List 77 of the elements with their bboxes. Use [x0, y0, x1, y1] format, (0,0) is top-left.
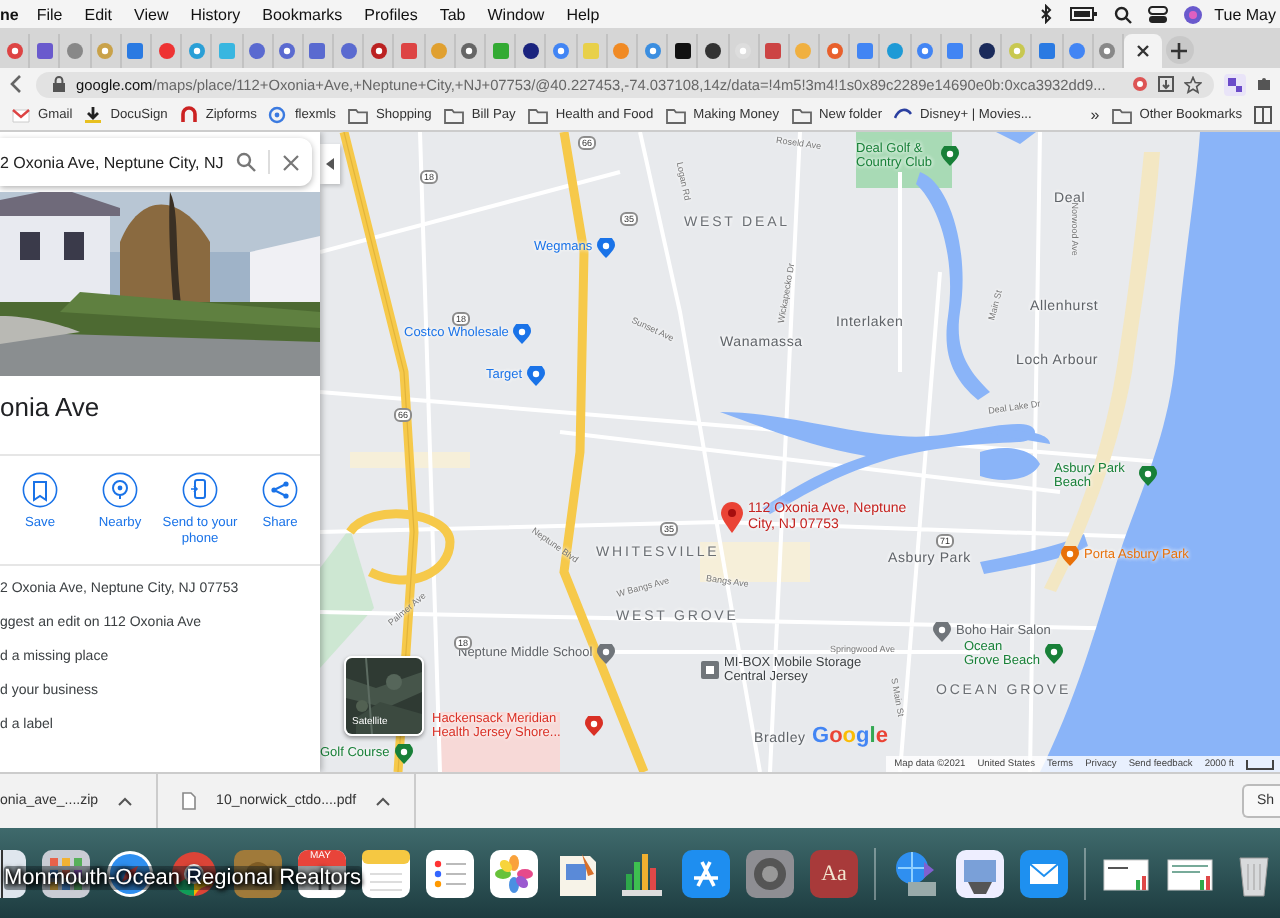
flower-icon[interactable] — [490, 849, 538, 897]
menu-item[interactable]: Profiles — [364, 5, 418, 23]
install-icon[interactable] — [1158, 76, 1174, 92]
star-icon[interactable] — [1184, 75, 1202, 93]
caret-icon — [325, 158, 335, 170]
bluetooth-icon[interactable] — [1038, 4, 1055, 24]
map-pin-icon[interactable] — [1044, 644, 1064, 665]
map-pin-icon[interactable] — [584, 716, 604, 737]
folder-icon — [527, 107, 548, 123]
back-icon[interactable] — [6, 74, 26, 94]
map-pin-icon[interactable] — [1060, 546, 1080, 566]
battery-icon[interactable] — [1070, 6, 1099, 22]
siri-icon[interactable] — [1184, 5, 1203, 23]
phone-icon — [182, 472, 218, 508]
folder-icon — [1111, 107, 1132, 123]
folder-icon — [665, 107, 686, 123]
menu-item[interactable]: History — [190, 5, 241, 23]
map-pin-icon[interactable] — [393, 744, 414, 764]
map-pin-icon[interactable] — [512, 324, 533, 344]
list-icon[interactable] — [426, 849, 474, 897]
map-pin-icon[interactable] — [596, 238, 617, 258]
menu-item[interactable]: Edit — [84, 5, 113, 23]
puzzle-icon[interactable] — [1256, 74, 1272, 94]
swoosh-icon — [894, 106, 913, 124]
preview-icon[interactable] — [956, 849, 1004, 897]
envelope-icon[interactable] — [1020, 849, 1068, 897]
menu-item[interactable]: Tab — [439, 5, 466, 23]
bookmark-icon — [22, 472, 58, 508]
folder-icon — [443, 107, 464, 123]
map-pin-icon[interactable] — [1138, 466, 1158, 487]
chevron-icon[interactable] — [376, 796, 391, 806]
menu-item[interactable]: View — [134, 5, 169, 23]
file-icon — [182, 792, 197, 810]
plus-icon[interactable] — [1170, 41, 1189, 59]
map-drawing[interactable] — [320, 132, 1280, 772]
reading-list-icon[interactable] — [1254, 106, 1272, 124]
arch-icon — [179, 106, 198, 124]
chevron-icon[interactable] — [118, 796, 133, 806]
menu-item[interactable]: File — [36, 5, 63, 23]
download-icon — [84, 106, 103, 124]
notes-icon[interactable] — [362, 849, 410, 897]
lock-icon — [52, 76, 66, 92]
close-icon[interactable] — [1135, 43, 1150, 57]
document-icon[interactable] — [554, 849, 602, 897]
map-pin-icon[interactable] — [526, 366, 547, 386]
gear-icon[interactable] — [746, 849, 794, 897]
map-pin-icon[interactable] — [596, 644, 617, 664]
search-icon[interactable] — [1114, 5, 1133, 23]
scale-bar-icon — [1246, 759, 1274, 769]
menu-item[interactable]: Window — [487, 5, 545, 23]
square-pin-icon[interactable] — [700, 660, 720, 681]
bookmarks-overflow-button[interactable]: » — [1090, 106, 1100, 124]
envelope-icon — [12, 106, 30, 124]
app-menu[interactable]: ne — [0, 5, 19, 23]
extension-icon[interactable] — [1132, 76, 1148, 92]
map-pin-icon[interactable] — [940, 146, 960, 167]
menu-item[interactable]: Bookmarks — [262, 5, 343, 23]
menu-item[interactable]: Help — [566, 5, 600, 23]
location-pin-icon[interactable] — [720, 502, 744, 535]
circle-icon — [268, 106, 287, 124]
place-title: onia Ave — [0, 390, 102, 426]
map-logo: Google — [812, 724, 888, 748]
folder-icon — [791, 107, 812, 123]
menu-bar-clock: Tue May — [1214, 5, 1276, 23]
new-tab-button[interactable] — [1165, 36, 1194, 64]
control-center-icon[interactable] — [1148, 5, 1169, 23]
collapse-panel-button[interactable] — [320, 144, 340, 184]
app-store-icon[interactable] — [682, 849, 730, 897]
dictionary-icon[interactable]: Aa — [810, 849, 858, 897]
pin-icon — [102, 472, 138, 508]
globe-icon[interactable] — [892, 849, 940, 897]
map-pin-icon[interactable] — [932, 622, 952, 642]
browser-tab[interactable] — [1123, 33, 1162, 67]
folder-icon — [347, 107, 368, 123]
bar-chart-icon[interactable] — [618, 849, 666, 897]
share-icon — [262, 472, 298, 508]
profile-icon[interactable] — [1224, 73, 1246, 95]
